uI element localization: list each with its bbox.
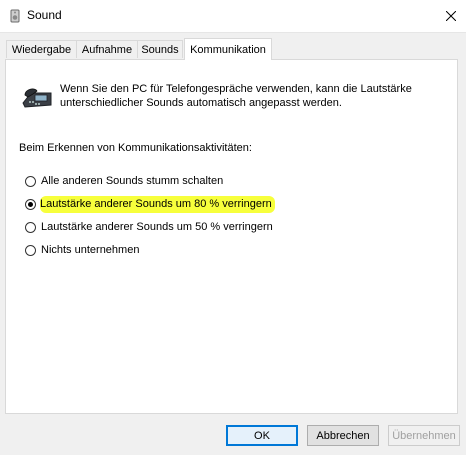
tab-panel: Wenn Sie den PC für Telefongespräche ver… bbox=[5, 59, 458, 414]
tab-aufnahme[interactable]: Aufnahme bbox=[76, 40, 138, 58]
option-label: Lautstärke anderer Sounds um 50 % verrin… bbox=[41, 221, 273, 233]
title-bar: Sound bbox=[0, 0, 466, 33]
option-do-nothing[interactable]: Nichts unternehmen bbox=[25, 242, 139, 258]
option-label-highlighted: Lautstärke anderer Sounds um 80 % verrin… bbox=[40, 195, 275, 213]
radio-button[interactable] bbox=[25, 175, 36, 187]
section-label: Beim Erkennen von Kommunikationsaktivitä… bbox=[19, 142, 252, 154]
option-mute-all[interactable]: Alle anderen Sounds stumm schalten bbox=[25, 173, 223, 189]
option-reduce-80[interactable]: Lautstärke anderer Sounds um 80 % verrin… bbox=[25, 195, 276, 213]
ok-button[interactable]: OK bbox=[226, 425, 298, 446]
close-icon bbox=[446, 10, 456, 21]
intro-text: Wenn Sie den PC für Telefongespräche ver… bbox=[60, 83, 412, 109]
sound-dialog: Sound Wiedergabe Aufnahme Sounds Kommuni… bbox=[0, 0, 466, 455]
tab-sounds[interactable]: Sounds bbox=[137, 40, 183, 58]
apply-button[interactable]: Übernehmen bbox=[388, 425, 460, 446]
option-label: Alle anderen Sounds stumm schalten bbox=[41, 175, 224, 187]
cancel-button[interactable]: Abbrechen bbox=[307, 425, 379, 446]
radio-button[interactable] bbox=[25, 244, 36, 256]
option-reduce-50[interactable]: Lautstärke anderer Sounds um 50 % verrin… bbox=[25, 219, 273, 235]
close-button[interactable] bbox=[436, 0, 466, 31]
telephone-icon bbox=[21, 85, 53, 111]
radio-button[interactable] bbox=[25, 221, 36, 233]
speaker-icon bbox=[8, 9, 22, 23]
window-title: Sound bbox=[27, 8, 62, 22]
radio-button-selected[interactable] bbox=[25, 198, 36, 210]
tab-kommunikation[interactable]: Kommunikation bbox=[184, 38, 272, 60]
option-label: Nichts unternehmen bbox=[41, 244, 140, 256]
tab-wiedergabe[interactable]: Wiedergabe bbox=[6, 40, 77, 58]
